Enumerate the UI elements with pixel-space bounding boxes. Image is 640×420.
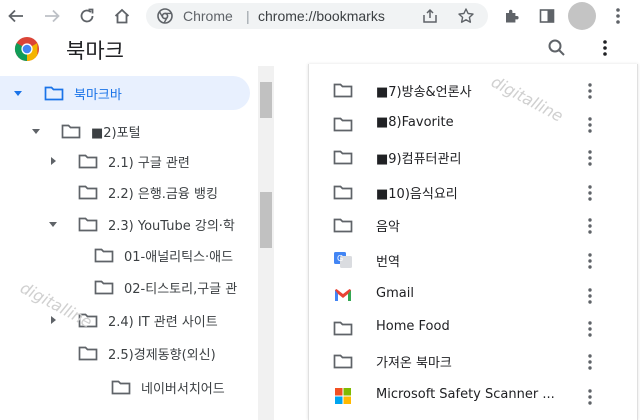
list-item-label: ■9)컴퓨터관리 [376,152,462,167]
more-options-icon[interactable] [585,216,595,236]
chrome-logo-icon [14,37,39,61]
collapse-arrow-icon[interactable] [47,155,59,167]
list-item[interactable]: ■8)Favorite [309,107,637,141]
folder-icon [78,154,98,169]
forward-arrow-icon[interactable] [40,4,64,28]
tree-item[interactable]: 2.2) 은행.금융 뱅킹 [0,175,258,209]
list-item-label: 음악 [376,220,400,235]
tree-item[interactable]: 2.4) IT 관련 사이트 [0,303,258,337]
more-options-icon[interactable] [585,286,595,306]
profile-avatar[interactable] [568,2,596,30]
folder-icon [94,280,114,295]
tree-item-label: 2.4) IT 관련 사이트 [108,315,218,330]
tree-scrollbar[interactable] [258,66,274,420]
more-options-icon[interactable] [585,387,595,407]
bookmarks-header: 북마크 [0,32,640,64]
expand-arrow-icon[interactable] [12,87,24,99]
list-item[interactable]: ■10)음식요리 [309,175,637,209]
page-title: 북마크 [66,39,124,63]
list-item[interactable]: 가져온 북마크 [309,344,637,378]
tree-item-label: 2.2) 은행.금융 뱅킹 [108,187,218,202]
scrollbar-thumb[interactable] [260,82,272,118]
svg-text:G: G [337,254,343,263]
list-item-label: ■7)방송&언론사 [376,85,472,100]
tree-item-label: 02-티스토리,구글 관 [124,282,238,297]
chrome-site-icon [157,8,173,24]
folder-icon [333,117,353,132]
tree-item[interactable]: 2.1) 구글 관련 [0,144,258,178]
tree-item-label: 네이버서치어드 [141,382,225,397]
bookmark-list: ■7)방송&언론사 ■8)Favorite ■9)컴퓨터관리 ■10)음식요리 … [308,64,638,420]
browser-toolbar: Chrome | chrome://bookmarks [0,0,640,32]
list-item-label: Microsoft Safety Scanner ... [376,387,555,402]
extensions-puzzle-icon[interactable] [500,4,524,28]
tree-item[interactable]: 2.3) YouTube 강의·학 [0,207,258,241]
more-options-icon[interactable] [585,319,595,339]
tree-item-label: 01-애널리틱스·애드 [124,250,234,265]
folder-icon [94,248,114,263]
organize-menu-icon[interactable] [597,37,613,59]
folder-icon [333,150,353,165]
folder-icon [333,321,353,336]
tree-item[interactable]: 네이버서치어드 [0,370,258,404]
folder-icon [78,185,98,200]
more-options-icon[interactable] [585,183,595,203]
list-item[interactable]: ■9)컴퓨터관리 [309,140,637,174]
list-item-label: 번역 [376,255,400,270]
folder-icon [333,354,353,369]
list-item[interactable]: Home Food [309,311,637,345]
folder-tree: 북마크바 ■2)포털 2.1) 구글 관련 2.2) 은행.금융 뱅킹 2.3)… [0,66,258,420]
site-label: Chrome [183,8,233,24]
list-item[interactable]: Gmail [309,278,637,312]
folder-icon [44,86,64,101]
folder-icon [111,380,131,395]
list-item[interactable]: 음악 [309,208,637,242]
tree-item-label: 북마크바 [74,88,122,103]
reload-icon[interactable] [75,4,99,28]
more-options-icon[interactable] [585,352,595,372]
list-item-label: ■8)Favorite [376,115,454,130]
folder-icon [333,185,353,200]
folder-icon [61,124,81,139]
more-options-icon[interactable] [585,81,595,101]
browser-menu-icon[interactable] [606,4,630,28]
list-item-label: 가져온 북마크 [376,356,452,371]
scrollbar-thumb[interactable] [260,192,272,248]
tree-item-label: 2.5)경제동향(외신) [108,348,216,363]
tree-item-bookmark-bar[interactable]: 북마크바 [0,76,250,110]
back-arrow-icon[interactable] [4,4,28,28]
share-icon[interactable] [421,7,439,25]
tree-item-label: ■2)포털 [91,126,141,141]
tree-item-label: 2.3) YouTube 강의·학 [108,219,235,234]
url-text[interactable]: chrome://bookmarks [258,8,385,24]
more-options-icon[interactable] [585,115,595,135]
side-panel-icon[interactable] [535,4,559,28]
tree-item[interactable]: ■2)포털 [0,114,258,148]
tree-item-label: 2.1) 구글 관련 [108,156,190,171]
more-options-icon[interactable] [585,251,595,271]
expand-arrow-icon[interactable] [47,218,59,230]
folder-icon [333,218,353,233]
bookmark-star-icon[interactable] [457,7,475,25]
address-bar[interactable]: Chrome | chrome://bookmarks [146,3,488,29]
folder-icon [78,346,98,361]
more-options-icon[interactable] [585,148,595,168]
tree-item[interactable]: 2.5)경제동향(외신) [0,336,258,370]
omnibox-separator: | [246,8,250,24]
list-item[interactable]: Microsoft Safety Scanner ... [309,379,637,413]
folder-icon [333,83,353,98]
microsoft-icon [335,388,351,404]
list-item-label: ■10)음식요리 [376,187,458,202]
google-translate-icon: G [334,252,352,268]
list-item-label: Gmail [376,286,414,301]
home-icon[interactable] [110,4,134,28]
list-item[interactable]: ■7)방송&언론사 [309,73,637,107]
list-item[interactable]: G 번역 [309,243,637,277]
expand-arrow-icon[interactable] [30,125,42,137]
tree-item[interactable]: 01-애널리틱스·애드 [0,238,258,272]
gmail-icon [335,289,351,301]
list-item-label: Home Food [376,319,450,334]
folder-icon [78,217,98,232]
search-icon[interactable] [546,37,568,59]
